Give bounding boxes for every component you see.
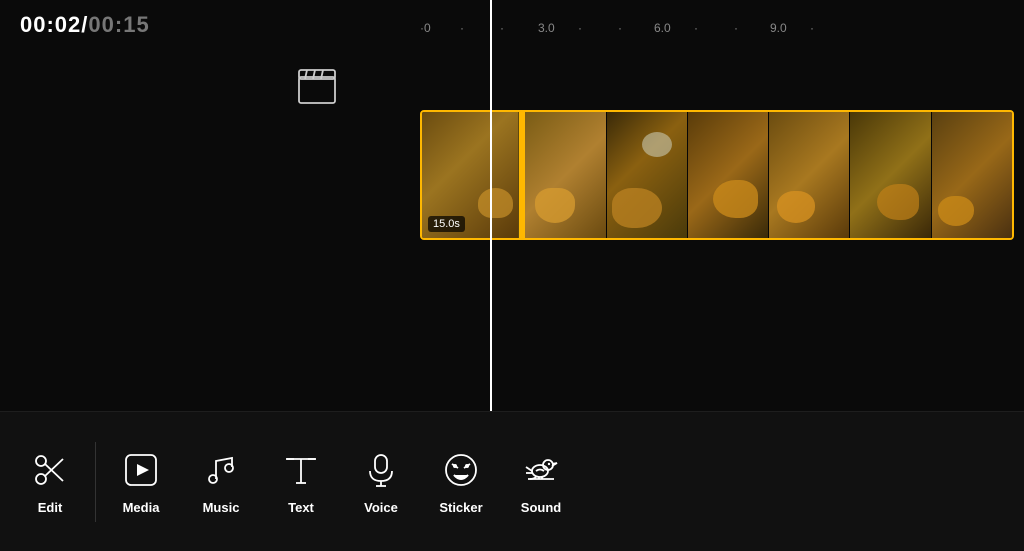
toolbar-item-media[interactable]: Media (101, 438, 181, 525)
toolbar-item-voice[interactable]: Voice (341, 438, 421, 525)
sound-label: Sound (521, 500, 561, 515)
svg-text:·: · (734, 21, 738, 35)
video-strip: 15.0s (420, 110, 1014, 240)
svg-text:·0: ·0 (420, 21, 431, 35)
toolbar-item-text[interactable]: Text (261, 438, 341, 525)
edit-label: Edit (38, 500, 63, 515)
svg-text:·: · (694, 21, 698, 35)
voice-label: Voice (364, 500, 398, 515)
media-label: Media (123, 500, 160, 515)
toolbar-item-music[interactable]: Music (181, 438, 261, 525)
svg-text:·: · (578, 21, 582, 35)
svg-text:3.0: 3.0 (538, 21, 555, 35)
toolbar-item-sticker[interactable]: Sticker (421, 438, 501, 525)
text-t-icon (279, 448, 323, 492)
playhead (490, 0, 492, 411)
svg-text:·: · (460, 21, 464, 35)
toolbar-item-edit[interactable]: Edit (10, 438, 90, 525)
toolbar-item-sound[interactable]: Sound (501, 438, 581, 525)
current-time: 00:02 (20, 12, 81, 37)
svg-text:6.0: 6.0 (654, 21, 671, 35)
svg-text:·: · (500, 21, 504, 35)
timeline-ruler: ·0 · · 3.0 · · 6.0 · · 9.0 · (420, 12, 1020, 40)
clapper-icon (295, 65, 339, 110)
microphone-icon (359, 448, 403, 492)
duration-badge: 15.0s (428, 216, 465, 232)
bird-icon (519, 448, 563, 492)
music-note-icon (199, 448, 243, 492)
play-square-icon (119, 448, 163, 492)
svg-text:·: · (618, 21, 622, 35)
svg-text:·: · (810, 21, 814, 35)
scissors-icon (28, 448, 72, 492)
sticker-label: Sticker (439, 500, 482, 515)
svg-text:9.0: 9.0 (770, 21, 787, 35)
bottom-toolbar: Edit Media Music (0, 411, 1024, 551)
toolbar-divider (95, 442, 96, 522)
timecode: 00:02/00:15 (20, 12, 150, 38)
smiley-icon (439, 448, 483, 492)
total-time: 00:15 (88, 12, 149, 37)
text-label: Text (288, 500, 314, 515)
music-label: Music (203, 500, 240, 515)
